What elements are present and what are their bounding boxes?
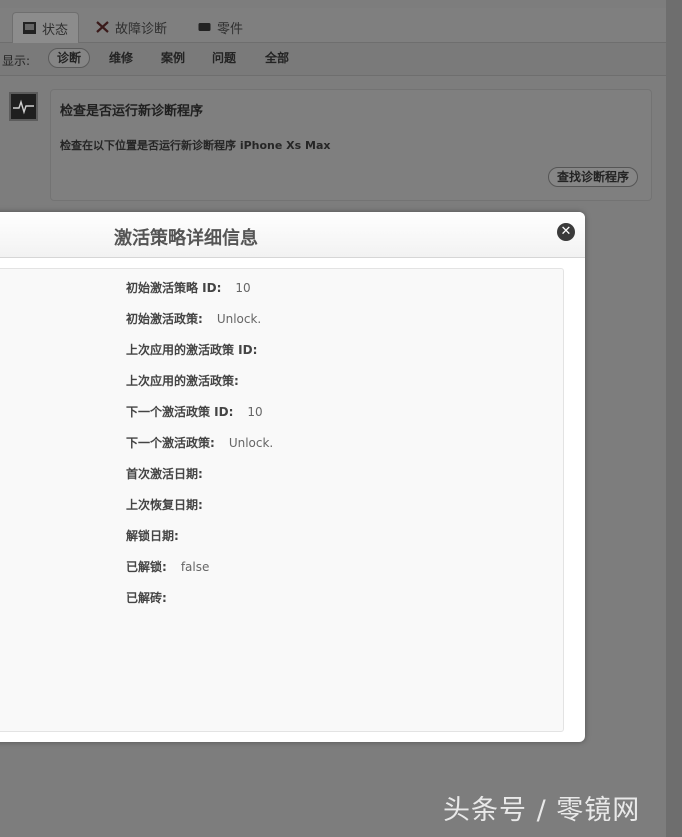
status-icon [23, 22, 36, 34]
field-row: 已解砖: [126, 589, 181, 606]
tab-status-label: 状态 [42, 22, 69, 38]
activation-policy-dialog: 激活策略详细信息 ✕ 初始激活策略 ID: 10 初始激活政策: Unlock. 上… [0, 212, 585, 742]
field-label: 初始激活策略 ID: [126, 281, 222, 295]
field-row: 首次激活日期: [126, 465, 217, 482]
field-value: false [180, 560, 210, 574]
tab-troubleshooting[interactable]: 故障诊断 [86, 12, 177, 42]
field-row: 初始激活策略 ID: 10 [126, 279, 251, 296]
close-icon[interactable]: ✕ [557, 223, 575, 241]
tab-bar: 状态 故障诊断 零件 [0, 8, 668, 43]
field-value: 10 [235, 281, 251, 295]
diagnostic-card: 检查是否运行新诊断程序 检查在以下位置是否运行新诊断程序 iPhone Xs M… [50, 89, 652, 201]
filter-all[interactable]: 全部 [257, 49, 297, 67]
field-row: 已解锁: false [126, 558, 209, 575]
field-value: 10 [247, 405, 263, 419]
field-label: 已解锁: [126, 560, 167, 574]
filter-issues[interactable]: 问题 [204, 49, 244, 67]
field-label: 首次激活日期: [126, 467, 203, 481]
field-label: 解锁日期: [126, 529, 179, 543]
field-label: 下一个激活政策: [126, 436, 215, 450]
field-label: 下一个激活政策 ID: [126, 405, 234, 419]
field-label: 初始激活政策: [126, 312, 203, 326]
dialog-body: 初始激活策略 ID: 10 初始激活政策: Unlock. 上次应用的激活政策 ID… [0, 268, 564, 732]
field-row: 解锁日期: [126, 527, 193, 544]
field-label: 上次恢复日期: [126, 498, 203, 512]
field-row: 上次应用的激活政策: [126, 372, 253, 389]
filter-repair[interactable]: 维修 [101, 49, 141, 67]
filter-label: 显示: [2, 54, 31, 68]
parts-icon [198, 23, 211, 31]
find-diagnostics-button[interactable]: 查找诊断程序 [548, 167, 639, 187]
card-description: 检查在以下位置是否运行新诊断程序 iPhone Xs Max [60, 139, 331, 152]
dialog-header: 激活策略详细信息 ✕ [0, 212, 585, 258]
field-value: Unlock. [216, 312, 262, 326]
field-row: 上次应用的激活政策 ID: [126, 341, 271, 358]
field-label: 已解砖: [126, 591, 167, 605]
filter-cases[interactable]: 案例 [153, 49, 193, 67]
field-row: 初始激活政策: Unlock. [126, 310, 261, 327]
scrollbar-track [666, 0, 682, 837]
card-title: 检查是否运行新诊断程序 [60, 104, 204, 119]
field-label: 上次应用的激活政策: [126, 374, 239, 388]
field-value: Unlock. [228, 436, 274, 450]
field-row: 下一个激活政策 ID: 10 [126, 403, 263, 420]
watermark: 头条号 / 零镜网 [443, 795, 641, 826]
field-row: 上次恢复日期: [126, 496, 217, 513]
tab-status[interactable]: 状态 [12, 12, 80, 43]
tab-parts-label: 零件 [217, 21, 244, 37]
tab-parts[interactable]: 零件 [188, 12, 253, 42]
field-label: 上次应用的激活政策 ID: [126, 343, 258, 357]
tools-icon [96, 21, 109, 33]
dialog-title: 激活策略详细信息 [114, 228, 258, 249]
filter-bar: 显示: 诊断 维修 案例 问题 全部 [0, 43, 668, 76]
diagnostic-monitor-icon [9, 92, 38, 121]
field-row: 下一个激活政策: Unlock. [126, 434, 273, 451]
tab-troubleshooting-label: 故障诊断 [115, 21, 168, 37]
filter-diagnostics[interactable]: 诊断 [48, 48, 91, 68]
